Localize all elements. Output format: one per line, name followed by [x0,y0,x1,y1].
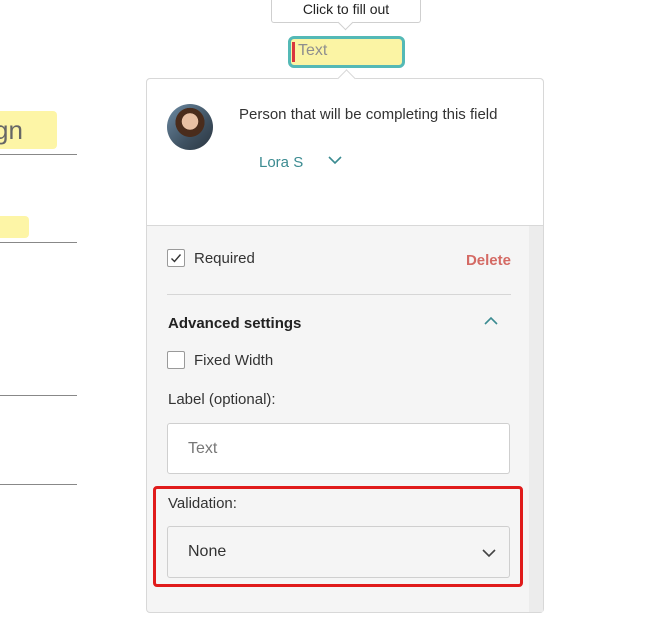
assignee-section: Person that will be completing this fiel… [147,79,543,226]
chevron-down-icon [327,152,343,172]
fill-out-tooltip: Click to fill out [271,0,421,23]
fixed-width-checkbox[interactable] [167,351,185,369]
document-sign-field-text: gn [0,115,23,145]
document-line [0,484,77,485]
scrollbar[interactable] [529,226,543,612]
fixed-width-label: Fixed Width [194,352,274,369]
chevron-up-icon [483,315,499,332]
document-canvas: gn Click to fill out Text Person that wi… [0,0,672,636]
required-checkbox[interactable] [167,249,185,267]
advanced-settings-toggle[interactable] [483,314,499,333]
document-sign-field[interactable]: gn [0,111,57,149]
document-line [0,242,77,243]
text-field-placeholder: Text [298,42,328,59]
avatar [167,104,213,150]
text-field[interactable]: Text [288,36,405,68]
divider [167,294,511,295]
required-label: Required [194,250,255,267]
label-caption: Label (optional): [168,391,276,408]
document-line [0,395,77,396]
delete-button[interactable]: Delete [466,252,511,269]
advanced-settings-title: Advanced settings [168,315,302,332]
fixed-width-row: Fixed Width [167,351,367,371]
document-line [0,154,77,155]
tooltip-text: Click to fill out [302,1,390,17]
field-settings-popover: Person that will be completing this fiel… [146,78,544,613]
validation-caption: Validation: [168,495,237,512]
document-field[interactable] [0,216,29,238]
assignee-label: Person that will be completing this fiel… [239,106,498,123]
assignee-name: Lora S [259,154,304,171]
validation-dropdown[interactable]: None [167,526,510,578]
assignee-dropdown[interactable]: Lora S [259,154,342,171]
required-marker [292,42,295,62]
label-input[interactable] [167,423,510,474]
validation-value: None [188,543,227,560]
required-row: Required Delete [167,249,511,271]
chevron-down-icon [481,545,497,566]
